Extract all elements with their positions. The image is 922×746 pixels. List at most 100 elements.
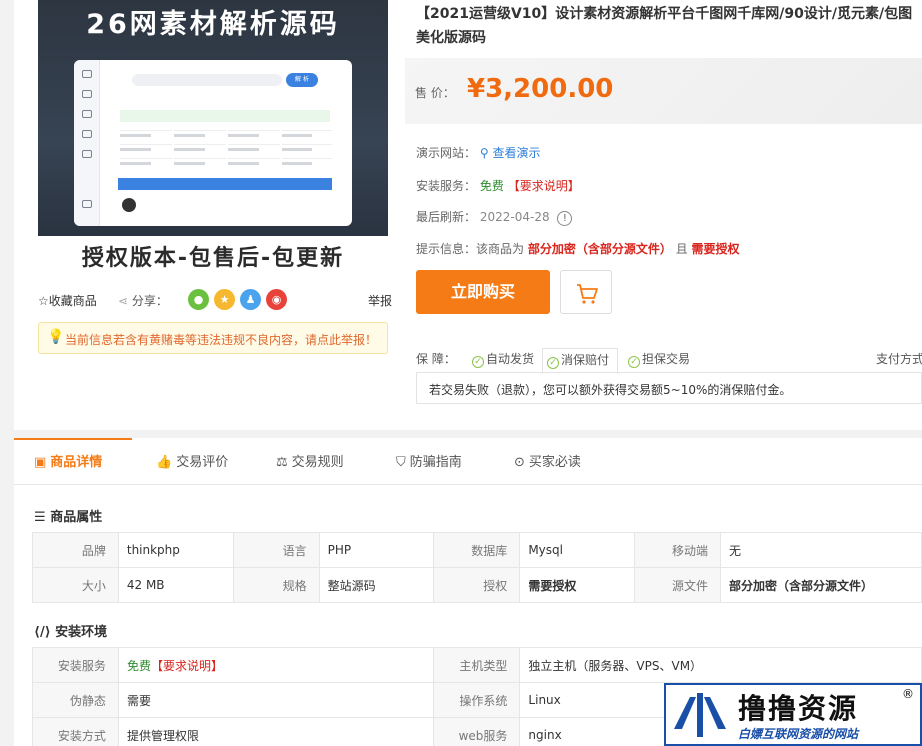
add-to-cart-button[interactable] [560,270,612,314]
report-warning[interactable]: 💡 当前信息若含有黄赌毒等违法违规不良内容，请点此举报！ [38,322,388,354]
mock-cell [174,158,226,167]
install-label: 安装服务： [416,179,477,193]
mock-sidebar [74,60,100,226]
tab-label: 买家必读 [528,455,581,470]
weibo-icon[interactable]: ◉ [266,289,287,310]
env-key: web服务 [433,717,521,746]
price-label: 售 价： [415,86,455,100]
env-value: 提供管理权限 [117,717,435,746]
mock-cell [282,144,332,153]
env-value-free: 免费 [126,658,151,673]
demo-label: 演示网站： [416,146,477,160]
site-watermark: 撸撸资源 ® 白嫖互联网资源的网站 [664,683,922,746]
attributes-heading: ☰ 商品属性 [34,506,102,525]
env-value: 独立主机（服务器、VPS、VM） [519,647,922,683]
environment-heading: ⟨/⟩ 安装环境 [34,621,107,640]
attr-key: 规格 [232,567,320,603]
share-row: ☆收藏商品 ⋖ 分享： ● ★ ♟ ◉ 举报 [38,288,392,312]
mock-search-bar [132,74,282,86]
guarantee-item-label: 担保交易 [642,352,691,366]
tip-auth: 需要授权 [691,242,740,256]
scale-icon: ⚖ [276,455,288,470]
price-box: 售 价： ¥3,200.00 [405,58,922,124]
mock-cell [282,130,332,139]
watermark-title: 撸撸资源 [738,692,859,725]
guarantee-auto-delivery[interactable]: ✓ 自动发货 [468,348,534,370]
info-circle-icon[interactable]: ! [557,211,573,226]
share-icon: ⋖ [118,294,132,308]
watermark-registered: ® [902,687,914,701]
shield-icon: ⛉ [396,455,406,470]
product-image-screenshot: 解 析 [74,60,352,226]
attr-value: PHP [318,532,435,568]
product-image[interactable]: 26网素材解析源码 解 析 授权版本-包售后-包更新 [38,0,388,278]
shop-icon: ▣ [34,455,47,470]
attr-key: 大小 [32,567,119,603]
env-key: 主机类型 [433,647,521,683]
env-key: 安装服务 [32,647,119,683]
qzone-icon[interactable]: ★ [214,289,235,310]
attributes-heading-text: 商品属性 [50,510,103,525]
install-row: 安装服务： 免费 【要求说明】 [416,177,580,194]
report-link[interactable]: 举报 [368,292,392,309]
mock-cell [120,144,172,153]
detail-tab-bar: ▣ 商品详情 👍 交易评价 ⚖ 交易规则 ⛉ 防骗指南 ⊙ 买家必读 [14,438,922,485]
install-note-link[interactable]: 【要求说明】 [508,179,580,193]
guarantee-label: 保 障： [416,352,456,366]
mock-cell [228,130,280,139]
guarantee-compensation[interactable]: ✓ 消保赔付 [542,348,618,374]
product-image-headline: 26网素材解析源码 [86,9,340,40]
attr-value: 部分加密（含部分源文件） [720,567,922,603]
attr-value: 42 MB [117,567,234,603]
guarantee-description: 若交易失败（退款），您可以额外获得交易额5~10%的消保赔付金。 [416,372,922,404]
mock-blue-bar [118,178,332,190]
product-title: 【2021运营级V10】设计素材资源解析平台千图网千库网/90设计/觅元素/包图… [416,6,913,46]
mock-nav-icon [82,200,92,208]
check-icon: ✓ [472,356,484,368]
table-row: 大小 42 MB 规格 整站源码 授权 需要授权 源文件 部分加密（含部分源文件… [32,567,922,603]
attr-key: 数据库 [433,532,521,568]
mock-nav-icon [82,130,92,138]
code-icon: ⟨/⟩ [34,625,56,640]
demo-link[interactable]: ⚲ 查看演示 [480,146,541,160]
target-icon: ⊙ [514,455,525,470]
tab-buyer-notes[interactable]: ⊙ 买家必读 [514,438,581,485]
product-summary-card: 26网素材解析源码 解 析 授权版本-包售后-包更新 ☆收藏商品 ⋖ 分享： ●… [14,0,922,430]
tab-rules[interactable]: ⚖ 交易规则 [276,438,344,485]
mock-avatar [122,198,136,212]
mock-cell [228,158,280,167]
tab-reviews[interactable]: 👍 交易评价 [156,438,228,485]
tab-details[interactable]: ▣ 商品详情 [14,438,132,485]
watermark-logo-icon [674,693,726,737]
attr-key: 移动端 [634,532,722,568]
environment-heading-text: 安装环境 [55,625,108,640]
buy-now-button[interactable]: 立即购买 [416,270,550,314]
attr-key: 源文件 [634,567,722,603]
tip-encrypt: 部分加密（含部分源文件） [527,242,672,256]
tab-label: 交易规则 [291,455,344,470]
payment-methods-link[interactable]: 支付方式 [872,348,922,370]
attr-key: 语言 [232,532,320,568]
price-value: ¥3,200.00 [467,74,614,104]
guarantee-item-label: 消保赔付 [561,353,610,367]
attr-value: thinkphp [117,532,234,568]
check-icon: ✓ [628,356,640,368]
wechat-icon[interactable]: ● [188,289,209,310]
favorite-link[interactable]: ☆收藏商品 [38,292,97,309]
refresh-label: 最后刷新： [416,210,477,224]
attr-value: 需要授权 [519,567,636,603]
env-value: 免费【要求说明】 [117,647,435,683]
mock-notice [120,110,330,122]
qq-icon[interactable]: ♟ [240,289,261,310]
report-warning-text: 当前信息若含有黄赌毒等违法违规不良内容，请点此举报！ [65,333,378,347]
attr-key: 授权 [433,567,521,603]
share-label: ⋖ 分享： [118,292,168,309]
tab-anti-fraud[interactable]: ⛉ 防骗指南 [396,438,462,485]
check-icon: ✓ [547,357,559,369]
attributes-table: 品牌 thinkphp 语言 PHP 数据库 Mysql 移动端 无 大小 42… [32,532,922,603]
product-image-banner: 26网素材解析源码 解 析 [38,0,388,236]
table-row: 安装服务 免费【要求说明】 主机类型 独立主机（服务器、VPS、VM） [32,647,922,683]
env-value-note[interactable]: 【要求说明】 [151,659,223,673]
guarantee-escrow[interactable]: ✓ 担保交易 [624,348,690,370]
lightbulb-icon: 💡 [47,329,65,345]
